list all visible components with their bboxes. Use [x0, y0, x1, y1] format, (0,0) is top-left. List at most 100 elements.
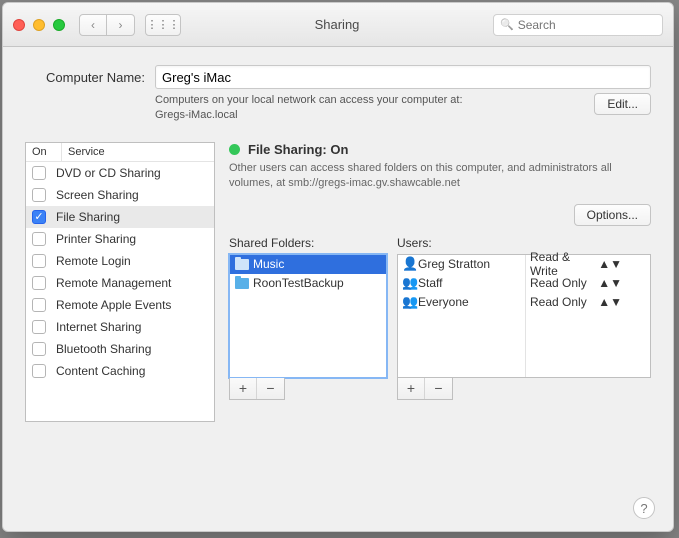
back-button[interactable]: ‹ [79, 14, 107, 36]
permission-label: Read Only [530, 295, 598, 309]
user-item[interactable]: 👥Staff [398, 274, 525, 293]
folders-users-cols: Shared Folders: MusicRoonTestBackup + − … [229, 236, 651, 517]
service-item[interactable]: Printer Sharing [26, 228, 214, 250]
status-dot-icon [229, 144, 240, 155]
stepper-icon[interactable]: ▲▼ [598, 295, 622, 309]
users-col: Users: 👤Greg Stratton👥Staff👥Everyone Rea… [397, 236, 651, 517]
service-item[interactable]: Remote Login [26, 250, 214, 272]
folders-title: Shared Folders: [229, 236, 387, 250]
stepper-icon[interactable]: ▲▼ [598, 276, 622, 290]
user-name: Everyone [418, 295, 469, 309]
show-all-button[interactable]: ⋮⋮⋮ [145, 14, 181, 36]
service-item[interactable]: Screen Sharing [26, 184, 214, 206]
folder-icon [235, 259, 249, 270]
user-name: Greg Stratton [418, 257, 490, 271]
user-item[interactable]: 👤Greg Stratton [398, 255, 525, 274]
service-checkbox[interactable] [32, 232, 46, 246]
computer-name-subtext: Computers on your local network can acce… [155, 93, 594, 124]
service-label: DVD or CD Sharing [56, 166, 161, 180]
service-label: Content Caching [56, 364, 145, 378]
computer-name-label: Computer Name: [25, 70, 145, 85]
options-button[interactable]: Options... [574, 204, 651, 226]
service-checkbox[interactable] [32, 342, 46, 356]
service-item[interactable]: Internet Sharing [26, 316, 214, 338]
minimize-icon[interactable] [33, 19, 45, 31]
folder-item[interactable]: RoonTestBackup [230, 274, 386, 293]
computer-name-row: Computer Name: [25, 65, 651, 89]
folders-list[interactable]: Music RoonTestBackup [229, 254, 387, 378]
sharing-prefs-window: ‹ › ⋮⋮⋮ Sharing 🔍 Computer Name: Compute… [2, 2, 674, 532]
service-item[interactable]: Remote Management [26, 272, 214, 294]
service-checkbox[interactable] [32, 364, 46, 378]
service-label: Internet Sharing [56, 320, 141, 334]
edit-button[interactable]: Edit... [594, 93, 651, 115]
users-add-button[interactable]: + [398, 378, 425, 399]
service-checkbox[interactable] [32, 298, 46, 312]
main-split: On Service DVD or CD Sharing Screen Shari… [25, 142, 651, 517]
nav-buttons: ‹ › [79, 14, 135, 36]
service-label: Printer Sharing [56, 232, 136, 246]
folders-add-button[interactable]: + [230, 378, 257, 399]
services-header-on: On [26, 143, 62, 161]
user-icon: 👥 [402, 275, 418, 291]
computer-name-subrow: Computers on your local network can acce… [25, 93, 651, 124]
service-checkbox[interactable] [32, 320, 46, 334]
status-desc: Other users can access shared folders on… [229, 161, 651, 192]
service-label: Remote Login [56, 254, 131, 268]
service-label: Screen Sharing [56, 188, 139, 202]
window-title: Sharing [191, 17, 483, 32]
zoom-icon[interactable] [53, 19, 65, 31]
computer-name-input[interactable] [155, 65, 651, 89]
users-list[interactable]: 👤Greg Stratton👥Staff👥Everyone Read & Wri… [397, 254, 651, 378]
status-title: File Sharing: On [248, 142, 348, 157]
traffic-lights [13, 19, 65, 31]
service-item[interactable]: DVD or CD Sharing [26, 162, 214, 184]
user-icon: 👥 [402, 294, 418, 310]
right-pane: File Sharing: On Other users can access … [229, 142, 651, 517]
close-icon[interactable] [13, 19, 25, 31]
services-list-body[interactable]: DVD or CD Sharing Screen Sharing ✓ File Sha… [26, 162, 214, 421]
service-label: Bluetooth Sharing [56, 342, 151, 356]
service-checkbox[interactable] [32, 254, 46, 268]
search-icon: 🔍 [500, 18, 514, 31]
user-permission[interactable]: Read Only▲▼ [526, 274, 626, 293]
search-input[interactable] [518, 18, 656, 32]
folders-col: Shared Folders: Music RoonTestBackup + − [229, 236, 387, 517]
search-field[interactable]: 🔍 [493, 14, 663, 36]
help-button[interactable]: ? [633, 497, 655, 519]
service-item[interactable]: Remote Apple Events [26, 294, 214, 316]
service-item[interactable]: Bluetooth Sharing [26, 338, 214, 360]
service-checkbox[interactable]: ✓ [32, 210, 46, 224]
service-label: File Sharing [56, 210, 120, 224]
service-item[interactable]: Content Caching [26, 360, 214, 382]
user-permission[interactable]: Read & Write▲▼ [526, 255, 626, 274]
permission-label: Read Only [530, 276, 598, 290]
folders-listbar: + − [229, 378, 285, 400]
services-list: On Service DVD or CD Sharing Screen Shari… [25, 142, 215, 422]
service-checkbox[interactable] [32, 188, 46, 202]
status-row: File Sharing: On [229, 142, 651, 157]
service-label: Remote Apple Events [56, 298, 171, 312]
folder-label: Music [253, 257, 284, 271]
user-permission[interactable]: Read Only▲▼ [526, 293, 626, 312]
users-listbar: + − [397, 378, 453, 400]
user-name: Staff [418, 276, 442, 290]
titlebar: ‹ › ⋮⋮⋮ Sharing 🔍 [3, 3, 673, 47]
service-label: Remote Management [56, 276, 171, 290]
folder-item[interactable]: Music [230, 255, 386, 274]
service-item[interactable]: ✓ File Sharing [26, 206, 214, 228]
user-item[interactable]: 👥Everyone [398, 293, 525, 312]
user-icon: 👤 [402, 256, 418, 272]
users-remove-button[interactable]: − [425, 378, 452, 399]
service-checkbox[interactable] [32, 276, 46, 290]
forward-button[interactable]: › [107, 14, 135, 36]
folders-remove-button[interactable]: − [257, 378, 284, 399]
service-checkbox[interactable] [32, 166, 46, 180]
permission-label: Read & Write [530, 250, 598, 278]
folder-label: RoonTestBackup [253, 276, 344, 290]
content-area: Computer Name: Computers on your local n… [3, 47, 673, 531]
services-header-service: Service [62, 143, 111, 161]
stepper-icon[interactable]: ▲▼ [598, 257, 622, 271]
services-header: On Service [26, 143, 214, 162]
users-title: Users: [397, 236, 651, 250]
